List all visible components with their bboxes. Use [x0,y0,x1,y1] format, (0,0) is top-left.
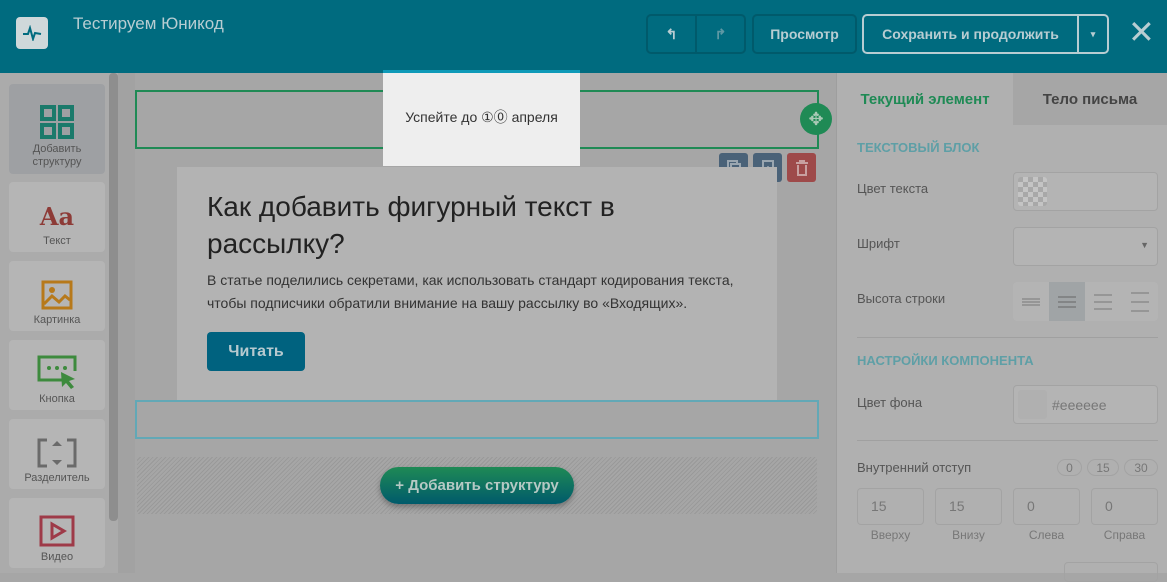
padding-bottom-label: Внизу [952,528,985,542]
close-icon[interactable]: ✕ [1128,13,1155,51]
bg-color-picker[interactable]: #eeeeee [1013,385,1158,424]
text-color-label: Цвет текста [857,181,929,196]
padding-right-input[interactable]: 0 [1091,488,1158,525]
chevron-down-icon: ▾ [1090,28,1096,39]
redo-button[interactable]: ↱ [695,14,746,54]
padding-left-label: Слева [1028,528,1065,542]
divider-icon [37,438,77,468]
section-text-block: ТЕКСТОВЫЙ БЛОК [857,140,980,155]
tab-current-element[interactable]: Текущий элемент [837,73,1013,125]
sidebar-item-image[interactable]: Картинка [9,261,105,331]
padding-top-input[interactable]: 15 [857,488,924,525]
sidebar-item-divider[interactable]: Разделитель [9,419,105,489]
chevron-down-icon: ▼ [1140,240,1149,250]
sidebar-item-button[interactable]: Кнопка [9,340,105,410]
app-title: Тестируем Юникод [73,14,224,33]
section-component-settings: НАСТРОЙКИ КОМПОНЕНТА [857,353,1034,368]
video-icon [39,515,75,547]
bg-color-label: Цвет фона [857,395,923,410]
grid-icon [40,105,74,139]
text-icon: Aa [39,202,75,231]
text-color-picker[interactable] [1013,172,1158,211]
color-swatch [1018,390,1047,419]
sidebar-item-add-structure[interactable]: Добавить структуру [9,84,105,174]
line-height-label: Высота строки [857,291,946,306]
delete-button[interactable] [787,153,816,182]
move-handle-icon[interactable]: ✥ [800,103,832,135]
padding-label: Внутренний отступ [857,460,972,475]
padding-right-label: Справа [1103,528,1146,542]
line-height-3-icon[interactable] [1085,282,1121,321]
logo-icon[interactable] [16,17,48,49]
padding-bottom-input[interactable]: 15 [935,488,1002,525]
save-continue-button[interactable]: Сохранить и продолжить [862,14,1079,54]
tab-email-body[interactable]: Тело письма [1013,73,1167,125]
partial-field[interactable] [1064,562,1158,582]
save-dropdown-button[interactable]: ▾ [1077,14,1109,54]
card-text: В статье поделились секретами, как испол… [207,272,734,311]
font-select[interactable]: ▼ [1013,227,1158,266]
divider [857,440,1158,441]
add-structure-button[interactable]: + Добавить структуру [380,467,574,504]
line-height-1-icon[interactable] [1013,282,1049,321]
sidebar-item-text[interactable]: Aa Текст [9,182,105,252]
padding-top-label: Вверху [870,528,911,542]
highlighted-text: Успейте до ①⓪ апреля [405,109,558,125]
divider [857,337,1158,338]
font-label: Шрифт [857,236,900,251]
image-icon [41,280,73,310]
canvas-scroll-track [118,73,135,573]
line-height-2-icon[interactable] [1049,282,1085,321]
sidebar-item-video[interactable]: Видео [9,498,105,568]
trash-icon [795,159,808,176]
padding-preset-30[interactable]: 30 [1124,459,1158,476]
undo-button[interactable]: ↰ [646,14,697,54]
padding-preset-15[interactable]: 15 [1087,459,1119,476]
sidebar-scrollbar[interactable] [109,73,118,521]
preview-button[interactable]: Просмотр [752,14,857,54]
line-height-4-icon[interactable] [1122,282,1158,321]
padding-left-input[interactable]: 0 [1013,488,1080,525]
undo-icon: ↰ [665,25,678,42]
read-button[interactable]: Читать [207,332,305,371]
transparent-swatch-icon [1018,177,1047,206]
empty-structure-row[interactable] [135,400,819,439]
card-title: Как добавить фигурный текст в рассылку? [207,191,615,259]
padding-preset-0[interactable]: 0 [1057,459,1082,476]
redo-icon: ↱ [714,25,727,42]
button-cursor-icon [37,355,77,389]
